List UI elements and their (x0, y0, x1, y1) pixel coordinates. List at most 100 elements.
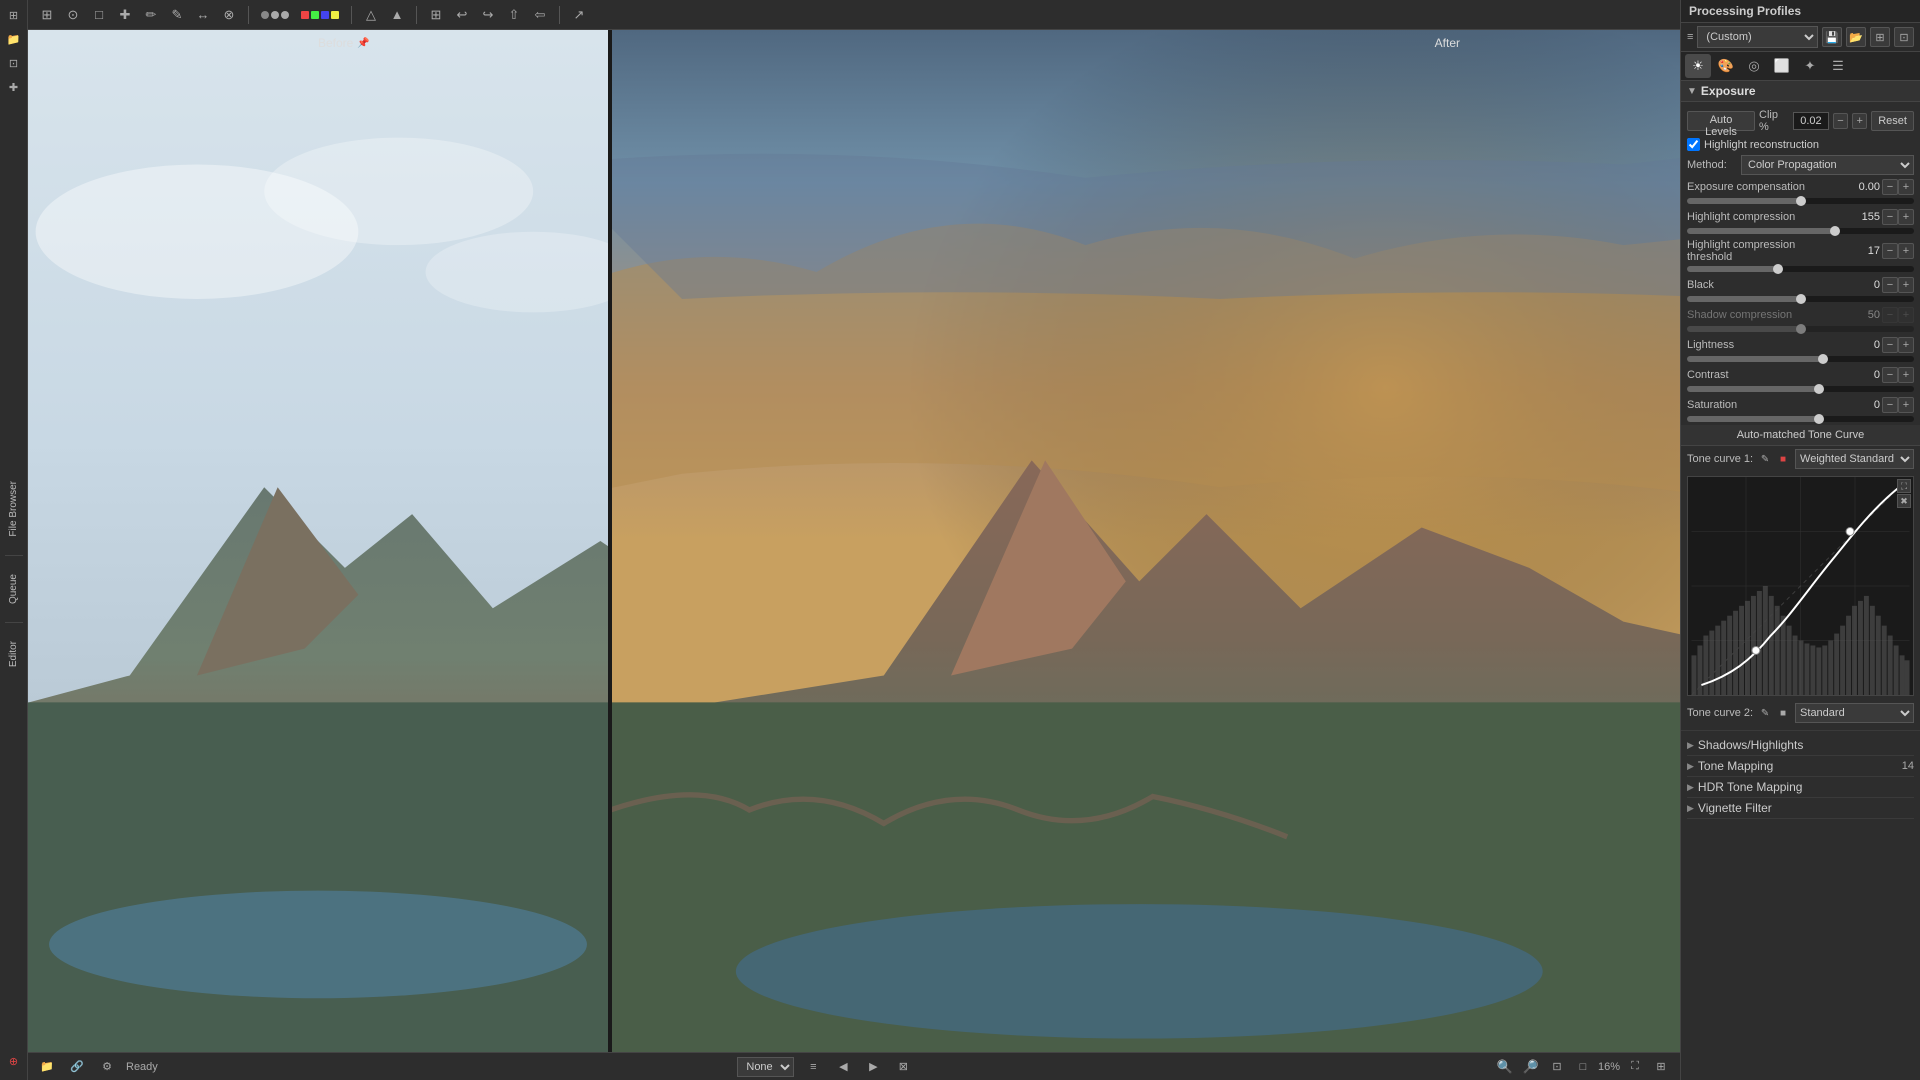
saturation-plus[interactable]: + (1898, 397, 1914, 413)
auto-levels-button[interactable]: Auto Levels (1687, 111, 1755, 131)
highlight-reconstruction-checkbox[interactable] (1687, 138, 1700, 151)
tab-color[interactable]: 🎨 (1713, 54, 1739, 78)
bottom-icon-nav1[interactable]: ≡ (802, 1056, 824, 1078)
toolbar-icon-square[interactable]: □ (88, 4, 110, 26)
black-slider-thumb[interactable] (1796, 294, 1806, 304)
profile-load-btn[interactable]: 📂 (1846, 27, 1866, 47)
exposure-compensation-minus[interactable]: − (1882, 179, 1898, 195)
sidebar-icon-files[interactable]: ⊞ (3, 4, 25, 26)
queue-tab[interactable]: Queue (6, 568, 21, 610)
contrast-slider-track[interactable] (1687, 386, 1914, 392)
file-browser-tab[interactable]: File Browser (6, 475, 21, 543)
tone-curve-2-select[interactable]: Standard (1795, 703, 1914, 723)
exposure-compensation-slider-thumb[interactable] (1796, 196, 1806, 206)
saturation-slider-thumb[interactable] (1814, 414, 1824, 424)
toolbar-icon-redo2[interactable]: ⇦ (529, 4, 551, 26)
toolbar-icon-triangle-outline[interactable]: △ (360, 4, 382, 26)
lightness-slider-track[interactable] (1687, 356, 1914, 362)
toolbar-icon-redo[interactable]: ⇧ (503, 4, 525, 26)
tc-control-point-1[interactable] (1752, 646, 1760, 654)
exposure-compensation-plus[interactable]: + (1898, 179, 1914, 195)
curve-reset-btn[interactable]: ✖ (1897, 494, 1911, 508)
bottom-icon-next[interactable]: ▶ (862, 1056, 884, 1078)
profile-paste-btn[interactable]: ⊡ (1894, 27, 1914, 47)
profile-copy-btn[interactable]: ⊞ (1870, 27, 1890, 47)
toolbar-icon-undo2[interactable]: ↪ (477, 4, 499, 26)
bottom-icon-prev[interactable]: ◀ (832, 1056, 854, 1078)
clip-minus-btn[interactable]: − (1833, 113, 1848, 129)
hct-slider-thumb[interactable] (1773, 264, 1783, 274)
tc2-color-icon[interactable]: ■ (1775, 705, 1791, 721)
toolbar-icon-undo[interactable]: ↩ (451, 4, 473, 26)
hct-slider-track[interactable] (1687, 266, 1914, 272)
before-pin-icon[interactable]: 📌 (357, 38, 369, 49)
bottom-icon-settings[interactable]: ⚙ (96, 1056, 118, 1078)
bottom-icon-folder[interactable]: 📁 (36, 1056, 58, 1078)
saturation-slider-track[interactable] (1687, 416, 1914, 422)
transform-select[interactable]: None (737, 1057, 794, 1077)
hdr-tone-mapping-item[interactable]: ▶ HDR Tone Mapping (1687, 777, 1914, 798)
profile-save-btn[interactable]: 💾 (1822, 27, 1842, 47)
sidebar-icon-folder[interactable]: 📁 (3, 28, 25, 50)
curve-expand-btn[interactable]: ⛶ (1897, 479, 1911, 493)
tone-mapping-item[interactable]: ▶ Tone Mapping 14 (1687, 756, 1914, 777)
tone-curve-1-select[interactable]: Weighted Standard (1795, 449, 1914, 469)
indicator-dot-2[interactable] (271, 11, 279, 19)
toolbar-icon-crop[interactable]: ⊞ (425, 4, 447, 26)
method-select[interactable]: Color Propagation (1741, 155, 1914, 175)
split-view-icon[interactable]: ⊞ (1650, 1056, 1672, 1078)
indicator-dot-3[interactable] (281, 11, 289, 19)
lightness-plus[interactable]: + (1898, 337, 1914, 353)
tc-control-point-2[interactable] (1846, 528, 1854, 536)
zoom-in-icon[interactable]: 🔎 (1520, 1056, 1542, 1078)
toolbar-icon-pencil2[interactable]: ✎ (166, 4, 188, 26)
exposure-section-header[interactable]: ▼ Exposure (1681, 81, 1920, 102)
highlight-compression-plus[interactable]: + (1898, 209, 1914, 225)
shadows-highlights-item[interactable]: ▶ Shadows/Highlights (1687, 735, 1914, 756)
tone-curve-canvas[interactable]: ⛶ ✖ (1687, 476, 1914, 696)
zoom-out-icon[interactable]: 🔍 (1494, 1056, 1516, 1078)
tc1-color-icon[interactable]: ■ (1775, 451, 1791, 467)
sidebar-icon-view[interactable]: ⊡ (3, 52, 25, 74)
contrast-plus[interactable]: + (1898, 367, 1914, 383)
bottom-icon-sync[interactable]: ⊠ (892, 1056, 914, 1078)
toolbar-icon-new[interactable]: ⊞ (36, 4, 58, 26)
panel-divider[interactable] (608, 30, 612, 1052)
sidebar-icon-add[interactable]: ✚ (3, 76, 25, 98)
tab-meta[interactable]: ☰ (1825, 54, 1851, 78)
profile-select[interactable]: (Custom) (1697, 26, 1818, 48)
zoom-fit-icon[interactable]: ⊡ (1546, 1056, 1568, 1078)
editor-tab[interactable]: Editor (6, 635, 21, 673)
toolbar-icon-circle[interactable]: ⊙ (62, 4, 84, 26)
fullscreen-icon[interactable]: ⛶ (1624, 1056, 1646, 1078)
tc1-edit-icon[interactable]: ✎ (1757, 451, 1773, 467)
bottom-icon-link[interactable]: 🔗 (66, 1056, 88, 1078)
tab-special[interactable]: ✦ (1797, 54, 1823, 78)
exposure-compensation-slider-track[interactable] (1687, 198, 1914, 204)
contrast-slider-thumb[interactable] (1814, 384, 1824, 394)
toolbar-icon-transform[interactable]: ⊗ (218, 4, 240, 26)
contrast-minus[interactable]: − (1882, 367, 1898, 383)
toolbar-icon-plus[interactable]: ✚ (114, 4, 136, 26)
indicator-dot-1[interactable] (261, 11, 269, 19)
highlight-compression-slider-track[interactable] (1687, 228, 1914, 234)
black-plus[interactable]: + (1898, 277, 1914, 293)
vignette-filter-item[interactable]: ▶ Vignette Filter (1687, 798, 1914, 819)
lightness-slider-thumb[interactable] (1818, 354, 1828, 364)
clip-plus-btn[interactable]: + (1852, 113, 1867, 129)
zoom-100-icon[interactable]: □ (1572, 1056, 1594, 1078)
tab-exposure[interactable]: ☀ (1685, 54, 1711, 78)
highlight-compression-minus[interactable]: − (1882, 209, 1898, 225)
clip-input[interactable] (1793, 112, 1829, 130)
toolbar-icon-triangle-fill[interactable]: ▲ (386, 4, 408, 26)
saturation-minus[interactable]: − (1882, 397, 1898, 413)
reset-button[interactable]: Reset (1871, 111, 1914, 131)
toolbar-icon-export[interactable]: ↗ (568, 4, 590, 26)
tab-detail[interactable]: ◎ (1741, 54, 1767, 78)
sidebar-icon-color[interactable]: ⊕ (3, 1050, 25, 1072)
toolbar-icon-move[interactable]: ↔ (192, 4, 214, 26)
lightness-minus[interactable]: − (1882, 337, 1898, 353)
hct-plus[interactable]: + (1898, 243, 1914, 259)
black-slider-track[interactable] (1687, 296, 1914, 302)
hct-minus[interactable]: − (1882, 243, 1898, 259)
